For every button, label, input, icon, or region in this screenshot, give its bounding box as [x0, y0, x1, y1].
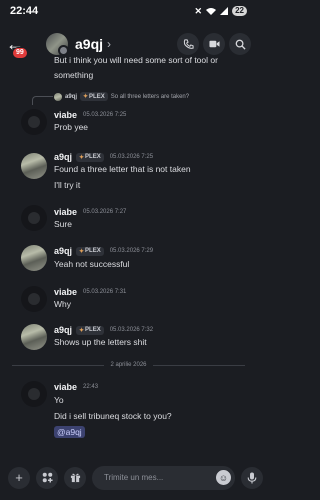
message-text: Why	[54, 299, 71, 309]
message-header: a9qj ✦ PLEX 05.03.2026 7:25	[54, 152, 153, 162]
message-header: viabe 05.03.2026 7:25	[54, 110, 126, 120]
divider-rule	[12, 364, 105, 366]
message-text: something	[54, 70, 94, 80]
avatar[interactable]	[46, 33, 69, 56]
chevron-right-icon[interactable]: ›	[107, 37, 111, 51]
apps-button[interactable]	[36, 466, 58, 489]
plex-tag-icon: ✦	[79, 154, 85, 161]
author-name[interactable]: viabe	[54, 110, 77, 120]
divider-rule	[152, 364, 245, 366]
server-tag: ✦ PLEX	[80, 92, 108, 101]
message-text: Did i sell tribuneq stock to you?	[54, 411, 172, 421]
timestamp: 05.03.2026 7:25	[109, 154, 154, 160]
author-name[interactable]: viabe	[54, 382, 77, 392]
gift-icon	[70, 473, 80, 483]
gift-button[interactable]	[64, 466, 86, 489]
message-header: viabe 22:43	[54, 382, 98, 392]
voice-message-button[interactable]	[241, 466, 263, 489]
avatar[interactable]	[21, 245, 47, 271]
date-divider: 2 aprilie 2026	[12, 362, 245, 368]
call-icon	[183, 38, 194, 49]
avatar	[54, 92, 62, 101]
reply-preview[interactable]: a9qj ✦ PLEX So all three letters are take…	[54, 92, 189, 101]
avatar[interactable]	[21, 153, 47, 179]
message-header: viabe 05.03.2026 7:31	[54, 287, 126, 297]
reply-text: So all three letters are taken?	[110, 93, 190, 100]
message-text: I'll try it	[54, 180, 81, 190]
user-mention[interactable]: @a9qj	[54, 426, 85, 438]
date-label: 2 aprilie 2026	[110, 362, 147, 368]
author-name[interactable]: viabe	[54, 207, 77, 217]
reply-author: a9qj	[65, 93, 78, 100]
emoji-icon[interactable]: ☺	[216, 470, 231, 485]
tag-label: PLEX	[85, 248, 101, 254]
wifi-icon	[206, 8, 217, 15]
timestamp: 05.03.2026 7:27	[83, 209, 127, 215]
avatar[interactable]	[21, 381, 47, 407]
message-composer: + ☺	[0, 455, 263, 500]
message-header: a9qj ✦ PLEX 05.03.2026 7:29	[54, 246, 153, 256]
timestamp: 05.03.2026 7:32	[109, 327, 154, 333]
server-tag: ✦ PLEX	[76, 152, 104, 162]
tag-label: PLEX	[85, 327, 101, 333]
search-button[interactable]	[229, 33, 251, 55]
signal-icon	[220, 7, 229, 15]
author-name[interactable]: a9qj	[54, 325, 72, 335]
status-icons: ✕ 22	[195, 6, 247, 17]
message-input[interactable]	[102, 472, 216, 483]
channel-title[interactable]: a9qj	[75, 36, 103, 52]
status-bar: 22:44 ✕ 22	[0, 0, 257, 22]
status-dot	[58, 45, 69, 56]
author-name[interactable]: a9qj	[54, 152, 72, 162]
message-text: Yo	[54, 395, 64, 405]
plex-tag-icon: ✦	[83, 94, 89, 100]
avatar[interactable]	[21, 324, 47, 350]
tag-label: PLEX	[85, 154, 101, 160]
apps-icon	[42, 472, 53, 483]
avatar[interactable]	[21, 109, 47, 135]
message-text: Shows up the letters shit	[54, 337, 147, 347]
search-icon	[235, 39, 246, 50]
plex-tag-icon: ✦	[79, 248, 85, 255]
message-input-wrapper[interactable]: ☺	[92, 465, 235, 490]
avatar[interactable]	[21, 205, 47, 231]
video-button[interactable]	[203, 33, 225, 55]
plex-tag-icon: ✦	[79, 327, 85, 334]
timestamp: 05.03.2026 7:31	[83, 289, 127, 295]
reply-connector	[32, 96, 53, 105]
battery-icon: 22	[232, 6, 247, 16]
message-text: Sure	[54, 219, 72, 229]
message-text: Yeah not successful	[54, 259, 130, 269]
tag-label: PLEX	[89, 93, 105, 100]
header-actions	[177, 33, 251, 55]
timestamp: 05.03.2026 7:29	[109, 248, 154, 254]
timestamp: 05.03.2026 7:25	[83, 112, 127, 118]
avatar[interactable]	[21, 286, 47, 312]
message-text: Found a three letter that is not taken	[54, 164, 191, 174]
video-icon	[208, 40, 220, 48]
message-header: viabe 05.03.2026 7:27	[54, 207, 126, 217]
message-header: a9qj ✦ PLEX 05.03.2026 7:32	[54, 325, 153, 335]
message-list[interactable]: But i think you will need some sort of t…	[0, 56, 257, 456]
timestamp: 22:43	[83, 384, 99, 390]
author-name[interactable]: viabe	[54, 287, 77, 297]
server-tag: ✦ PLEX	[76, 325, 104, 335]
call-button[interactable]	[177, 33, 199, 55]
mute-icon: ✕	[194, 5, 203, 16]
message-text: Prob yee	[54, 122, 89, 132]
server-tag: ✦ PLEX	[76, 246, 104, 256]
message-text: But i think you will need some sort of t…	[54, 56, 218, 65]
author-name[interactable]: a9qj	[54, 246, 72, 256]
clock: 22:44	[10, 5, 39, 17]
microphone-icon	[247, 472, 257, 483]
plus-icon: +	[15, 470, 23, 485]
back-button[interactable]: ← 99	[6, 29, 32, 59]
add-button[interactable]: +	[8, 466, 30, 489]
